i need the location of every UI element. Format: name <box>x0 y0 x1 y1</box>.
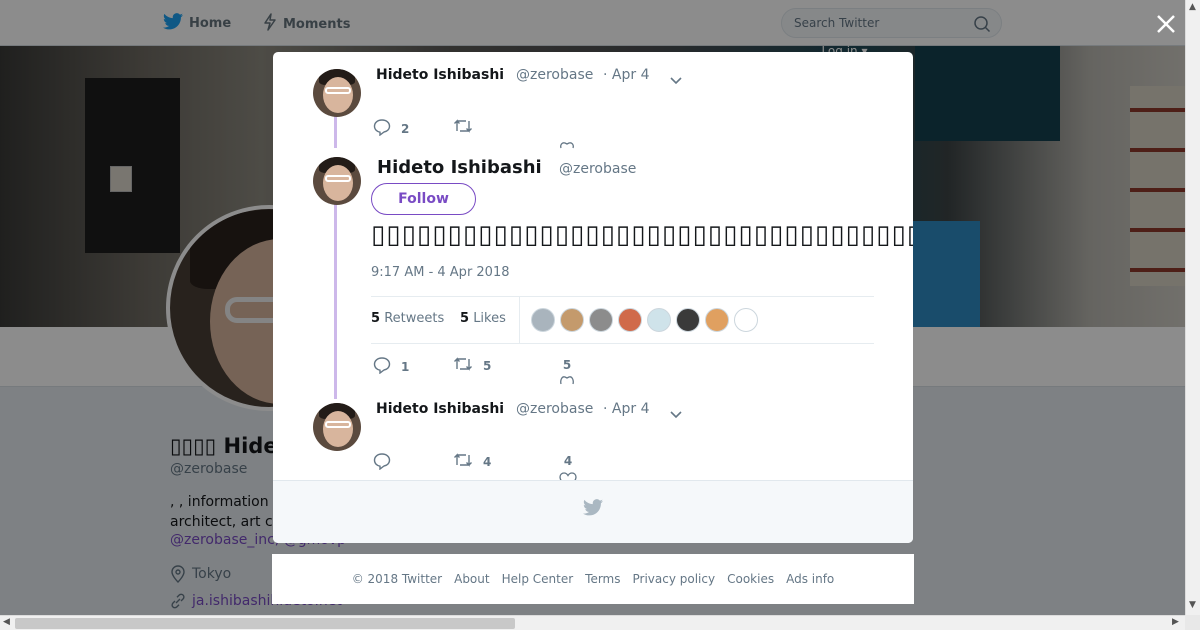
liker-avatar[interactable] <box>618 308 642 332</box>
reply-icon <box>373 452 391 473</box>
like-button[interactable] <box>559 138 575 152</box>
retweet-button[interactable]: 5 <box>453 356 491 375</box>
footer-ads-link[interactable]: Ads info <box>786 572 834 586</box>
scroll-down-icon[interactable]: ▼ <box>1189 600 1196 610</box>
liker-avatar[interactable] <box>589 308 613 332</box>
tweet-date[interactable]: · Apr 4 <box>603 401 649 417</box>
liker-avatar[interactable] <box>531 308 555 332</box>
scroll-up-icon[interactable]: ▲ <box>1189 2 1196 12</box>
like-count: 5 <box>562 358 572 372</box>
liker-avatar[interactable] <box>647 308 671 332</box>
thread-line <box>334 114 337 148</box>
thread-line <box>334 204 337 399</box>
scroll-right-icon[interactable]: ▶ <box>1172 617 1179 627</box>
reply-icon <box>373 356 391 377</box>
liker-avatar[interactable] <box>734 308 758 332</box>
reply-count: 1 <box>401 359 410 374</box>
main-tweet-author-handle[interactable]: @zerobase <box>559 161 636 177</box>
horizontal-scroll-thumb[interactable] <box>15 618 515 629</box>
tweet-author-handle[interactable]: @zerobase <box>516 67 593 83</box>
likes-label: Likes <box>473 311 506 326</box>
likes-stat[interactable]: 5 Likes <box>460 311 506 326</box>
tweet-permalink-modal: Hideto Ishibashi @zerobase · Apr 4 2 Hid… <box>273 52 913 543</box>
liker-avatar[interactable] <box>705 308 729 332</box>
like-button[interactable]: 5 <box>559 358 575 388</box>
reply-button[interactable]: 1 <box>373 356 409 377</box>
retweet-button[interactable] <box>453 118 473 137</box>
tweet-text: ▯▯▯▯▯▯▯▯▯▯▯▯▯▯▯▯▯▯▯▯▯▯▯▯▯▯▯▯▯▯▯▯▯▯▯▯▯▯▯▯… <box>371 220 913 250</box>
tweet-author-name[interactable]: Hideto Ishibashi <box>376 401 504 417</box>
retweet-button[interactable]: 4 <box>453 452 491 471</box>
modal-footer <box>273 480 913 543</box>
main-tweet-author-name[interactable]: Hideto Ishibashi <box>377 157 542 178</box>
chevron-down-icon[interactable] <box>669 71 683 90</box>
retweet-count: 4 <box>483 454 492 469</box>
like-count: 4 <box>563 454 573 468</box>
scroll-left-icon[interactable]: ◀ <box>3 617 10 627</box>
liker-avatar[interactable] <box>560 308 584 332</box>
twitter-bird-icon <box>583 499 603 520</box>
retweet-icon <box>453 452 473 471</box>
chevron-down-icon[interactable] <box>669 405 683 424</box>
retweet-count: 5 <box>483 358 492 373</box>
retweets-label: Retweets <box>384 311 445 326</box>
tweet-stats: 5 Retweets 5 Likes <box>371 296 874 344</box>
footer-cookies-link[interactable]: Cookies <box>727 572 774 586</box>
tweet-date[interactable]: · Apr 4 <box>603 67 649 83</box>
scrollbar-corner <box>1185 615 1200 630</box>
follow-button[interactable]: Follow <box>371 183 476 215</box>
retweets-count: 5 <box>371 311 381 326</box>
heart-icon <box>559 138 575 152</box>
reply-icon <box>373 118 391 139</box>
vertical-scrollbar[interactable]: ▲ ▼ <box>1185 0 1200 615</box>
tweet-author-handle[interactable]: @zerobase <box>516 401 593 417</box>
stats-divider <box>519 297 520 344</box>
reply-button[interactable]: 2 <box>373 118 409 139</box>
heart-icon <box>559 374 575 388</box>
likes-count: 5 <box>460 311 470 326</box>
reply-count: 2 <box>401 121 410 136</box>
retweet-icon <box>453 356 473 375</box>
horizontal-scrollbar[interactable]: ◀ ▶ <box>0 615 1185 630</box>
liker-avatar[interactable] <box>676 308 700 332</box>
tweet-avatar[interactable] <box>313 157 361 205</box>
footer-copyright: © 2018 Twitter <box>351 572 443 586</box>
retweets-stat[interactable]: 5 Retweets <box>371 311 444 326</box>
tweet-timestamp[interactable]: 9:17 AM - 4 Apr 2018 <box>371 265 510 280</box>
footer-privacy-link[interactable]: Privacy policy <box>633 572 716 586</box>
footer-help-link[interactable]: Help Center <box>502 572 574 586</box>
reply-button[interactable] <box>373 452 391 473</box>
footer-about-link[interactable]: About <box>454 572 489 586</box>
tweet-avatar[interactable] <box>313 403 361 451</box>
liker-avatars <box>531 308 763 332</box>
close-icon[interactable] <box>1155 13 1177 39</box>
footer-terms-link[interactable]: Terms <box>585 572 620 586</box>
site-footer: © 2018 Twitter About Help Center Terms P… <box>272 554 914 604</box>
tweet-author-name[interactable]: Hideto Ishibashi <box>376 67 504 83</box>
tweet-avatar[interactable] <box>313 69 361 117</box>
retweet-icon <box>453 118 473 137</box>
